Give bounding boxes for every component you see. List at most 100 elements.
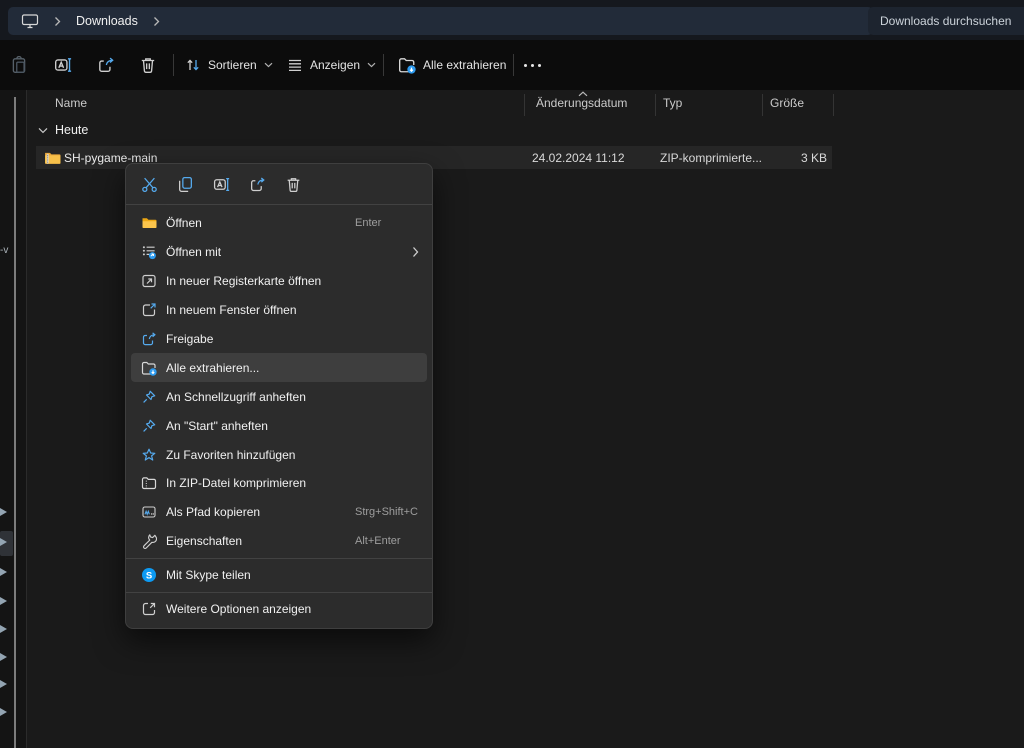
tree-expand-icon[interactable] xyxy=(0,625,7,633)
pin-icon xyxy=(141,389,157,405)
share-icon[interactable] xyxy=(249,176,266,193)
view-icon xyxy=(287,57,303,73)
sort-icon xyxy=(185,57,201,73)
new-window-icon xyxy=(141,302,157,318)
extract-all-button[interactable]: Alle extrahieren xyxy=(398,40,506,90)
breadcrumb-chevron-icon xyxy=(54,16,61,27)
menu-separator xyxy=(126,592,432,593)
context-menu: Öffnen Enter Öffnen mit xyxy=(125,163,433,629)
chevron-down-icon xyxy=(367,62,376,68)
extract-all-icon xyxy=(141,360,157,376)
new-tab-icon xyxy=(141,273,157,289)
rename-button[interactable] xyxy=(54,40,72,90)
menu-item-compress-zip[interactable]: In ZIP-Datei komprimieren xyxy=(126,469,432,498)
address-bar[interactable]: Downloads xyxy=(8,7,873,35)
menu-item-add-favorites[interactable]: Zu Favoriten hinzufügen xyxy=(126,440,432,469)
tree-expand-icon[interactable] xyxy=(0,568,7,576)
nav-scrollbar[interactable] xyxy=(14,97,16,748)
cut-icon[interactable] xyxy=(141,176,158,193)
submenu-chevron-icon xyxy=(412,246,419,258)
share-button[interactable] xyxy=(97,40,115,90)
delete-icon[interactable] xyxy=(285,176,302,193)
pin-icon xyxy=(141,418,157,434)
delete-icon xyxy=(139,56,157,74)
title-address-strip: Downloads Downloads durchsuchen xyxy=(0,0,1024,40)
menu-item-open-new-tab[interactable]: In neuer Registerkarte öffnen xyxy=(126,267,432,296)
delete-button[interactable] xyxy=(139,40,157,90)
tree-expand-icon[interactable] xyxy=(0,597,7,605)
more-options-icon xyxy=(141,601,157,617)
copy-icon[interactable] xyxy=(177,176,194,193)
menu-item-open[interactable]: Öffnen Enter xyxy=(126,209,432,238)
menu-item-properties[interactable]: Eigenschaften Alt+Enter xyxy=(126,527,432,556)
pane-divider[interactable] xyxy=(26,90,27,748)
chevron-down-icon xyxy=(264,62,273,68)
menu-item-pin-quick-access[interactable]: An Schnellzugriff anheften xyxy=(126,382,432,411)
view-button[interactable]: Anzeigen xyxy=(287,40,376,90)
toolbar-separator xyxy=(513,54,514,76)
shortcut-label: Alt+Enter xyxy=(355,535,401,547)
chevron-down-icon[interactable] xyxy=(38,127,48,134)
extract-all-icon xyxy=(398,56,416,74)
command-toolbar: Sortieren Anzeigen Alle extrahieren xyxy=(0,40,1024,90)
shortcut-label: Enter xyxy=(355,217,381,229)
sort-button[interactable]: Sortieren xyxy=(185,40,273,90)
extract-all-label: Alle extrahieren xyxy=(423,58,506,72)
toolbar-separator xyxy=(173,54,174,76)
this-pc-icon[interactable] xyxy=(21,13,39,29)
wrench-icon xyxy=(141,533,157,549)
see-more-button[interactable] xyxy=(524,40,541,90)
shortcut-label: Strg+Shift+C xyxy=(355,506,418,518)
nav-item-cut-label: -v xyxy=(0,245,8,256)
navigation-pane-edge xyxy=(0,90,26,748)
zip-folder-icon xyxy=(44,149,61,166)
column-separator[interactable] xyxy=(524,94,525,116)
quick-actions-row xyxy=(126,164,432,204)
file-modified-date: 24.02.2024 11:12 xyxy=(532,151,625,165)
group-header-heute[interactable]: Heute xyxy=(38,123,88,137)
menu-item-share-skype[interactable]: S Mit Skype teilen xyxy=(126,561,432,590)
breadcrumb-item-downloads[interactable]: Downloads xyxy=(76,14,138,28)
search-placeholder: Downloads durchsuchen xyxy=(880,14,1011,28)
column-separator[interactable] xyxy=(762,94,763,116)
ellipsis-icon xyxy=(524,64,541,67)
group-label: Heute xyxy=(55,123,88,137)
skype-icon: S xyxy=(141,567,157,583)
menu-separator xyxy=(126,558,432,559)
toolbar-separator xyxy=(383,54,384,76)
menu-item-share[interactable]: Freigabe xyxy=(126,325,432,354)
menu-items: Öffnen Enter Öffnen mit xyxy=(126,205,432,628)
zip-compress-icon xyxy=(141,475,157,491)
column-separator[interactable] xyxy=(833,94,834,116)
menu-item-copy-as-path[interactable]: Als Pfad kopieren Strg+Shift+C xyxy=(126,498,432,527)
search-box[interactable]: Downloads durchsuchen xyxy=(868,7,1024,35)
tree-expand-icon[interactable] xyxy=(0,680,7,688)
column-header-modified[interactable]: Änderungsdatum xyxy=(536,96,627,110)
menu-item-open-new-window[interactable]: In neuem Fenster öffnen xyxy=(126,296,432,325)
column-header-size[interactable]: Größe xyxy=(770,96,804,110)
copy-path-icon xyxy=(141,504,157,520)
view-label: Anzeigen xyxy=(310,58,360,72)
paste-button[interactable] xyxy=(10,40,28,90)
breadcrumb-chevron-icon[interactable] xyxy=(153,16,160,27)
column-header-name[interactable]: Name xyxy=(55,96,87,110)
tree-expand-icon[interactable] xyxy=(0,538,7,546)
paste-icon xyxy=(10,56,28,74)
menu-item-extract-all[interactable]: Alle extrahieren... xyxy=(131,353,427,382)
file-type: ZIP-komprimierte... xyxy=(660,151,762,165)
share-icon xyxy=(141,331,157,347)
tree-expand-icon[interactable] xyxy=(0,653,7,661)
open-with-icon xyxy=(141,244,157,260)
svg-text:S: S xyxy=(146,570,152,581)
rename-icon[interactable] xyxy=(213,176,230,193)
tree-expand-icon[interactable] xyxy=(0,708,7,716)
rename-icon xyxy=(54,56,72,74)
menu-item-open-with[interactable]: Öffnen mit xyxy=(126,238,432,267)
column-separator[interactable] xyxy=(655,94,656,116)
star-icon xyxy=(141,447,157,463)
menu-item-pin-start[interactable]: An "Start" anheften xyxy=(126,411,432,440)
tree-expand-icon[interactable] xyxy=(0,508,7,516)
sort-label: Sortieren xyxy=(208,58,257,72)
column-header-type[interactable]: Typ xyxy=(663,96,682,110)
menu-item-show-more-options[interactable]: Weitere Optionen anzeigen xyxy=(126,595,432,624)
